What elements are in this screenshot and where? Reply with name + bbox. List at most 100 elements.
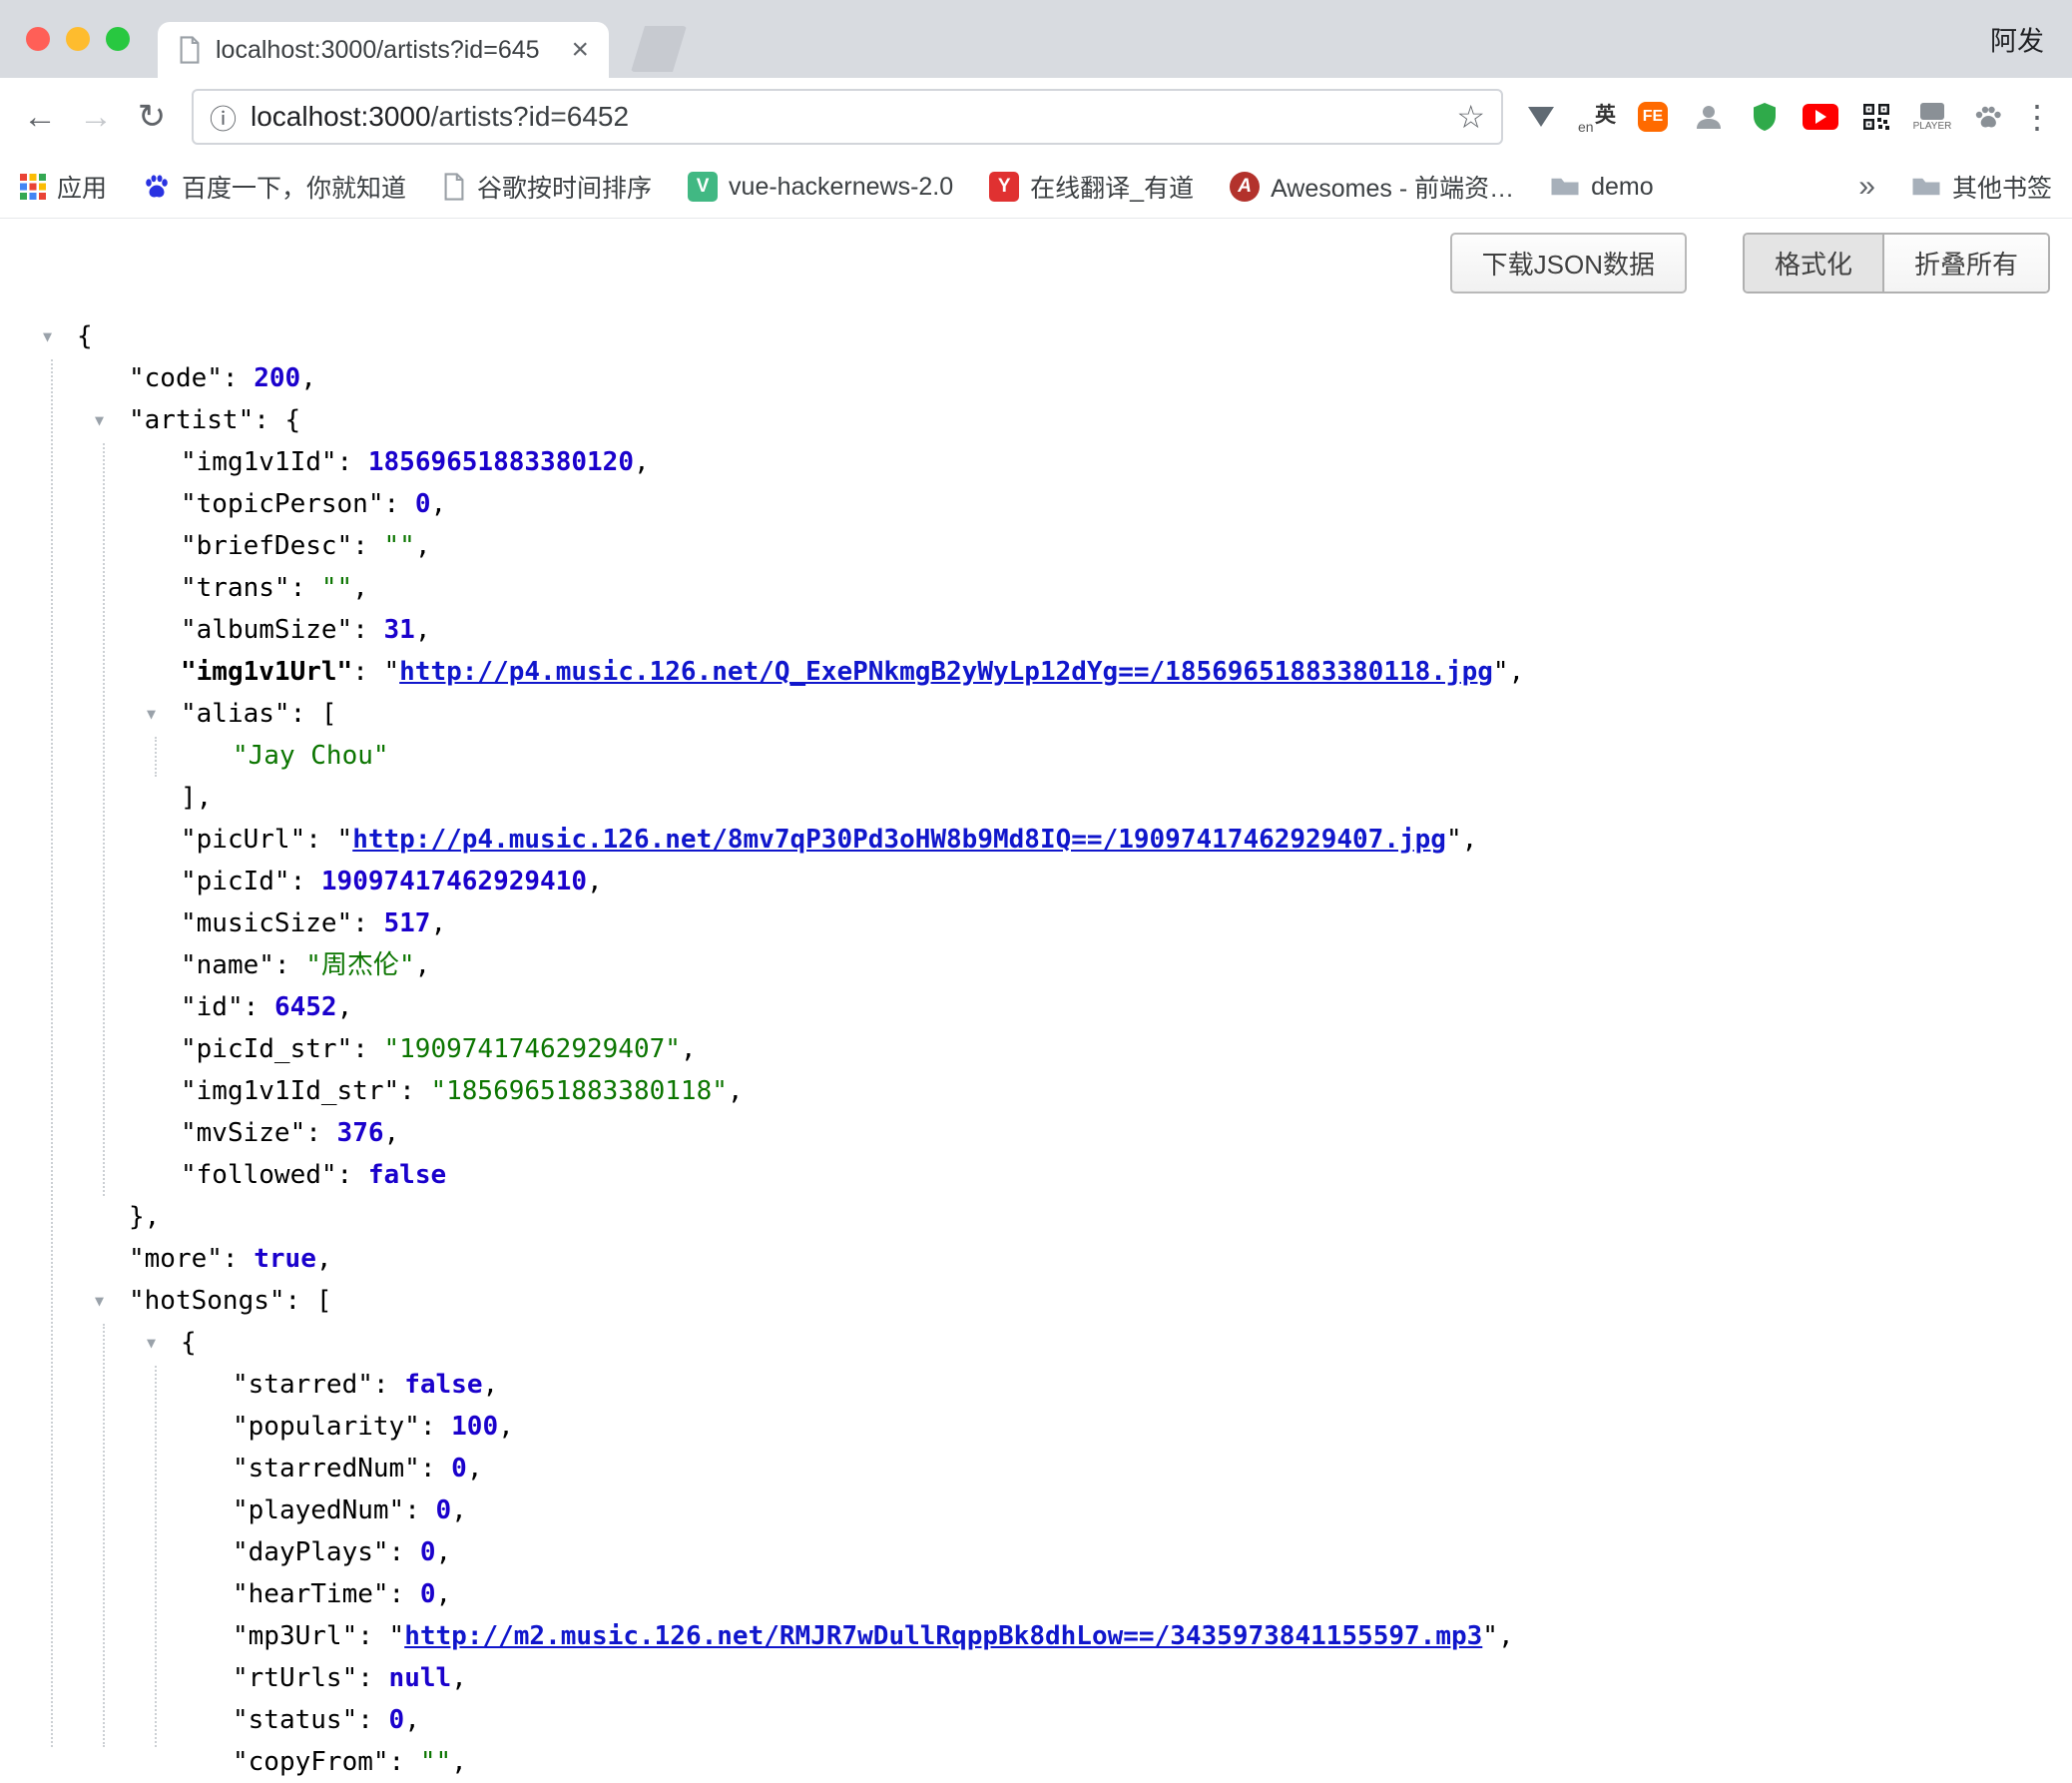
url-path-text: /artists?id=6452 [431,101,629,132]
bookmarks-overflow-button[interactable]: » [1858,170,1875,204]
collapse-arrow-icon[interactable]: ▼ [95,399,104,441]
json-line: "copyFrom": "", [0,1741,2072,1783]
paw-extension-icon[interactable] [1964,93,2012,141]
json-line: "mvSize": 376, [0,1112,2072,1154]
json-line: "name": "周杰伦", [0,944,2072,986]
bookmark-item[interactable]: A Awesomes - 前端资… [1230,169,1514,205]
forward-button[interactable]: → [70,98,122,137]
json-key: "img1v1Id" [181,447,337,477]
address-bar[interactable]: ⓘ localhost:3000/artists?id=6452 ☆ [192,89,1503,145]
json-key: "hotSongs" [129,1286,285,1316]
minimize-window-button[interactable] [66,27,90,51]
qrcode-extension-icon[interactable] [1852,93,1900,141]
json-line: "musicSize": 517, [0,902,2072,944]
bookmark-item[interactable]: Y在线翻译_有道 [989,169,1194,205]
json-link[interactable]: http://m2.music.126.net/RMJR7wDullRqppBk… [404,1621,1482,1651]
player-extension-icon[interactable]: PLAYER [1908,93,1956,141]
json-line: "rtUrls": null, [0,1657,2072,1699]
collapse-all-button[interactable]: 折叠所有 [1882,235,2048,292]
json-key: "playedNum" [233,1495,404,1525]
json-line: "dayPlays": 0, [0,1531,2072,1573]
json-line: "popularity": 100, [0,1406,2072,1448]
bookmark-item[interactable]: 应用 [20,169,107,205]
json-punctuation: { [285,405,301,435]
json-tree: ▼{"code": 200,▼"artist": {"img1v1Id": 18… [0,315,2072,1783]
youdao-translate-extension-icon[interactable]: en英 [1573,93,1621,141]
json-line: "followed": false [0,1154,2072,1196]
zoom-window-button[interactable] [106,27,130,51]
json-key: "briefDesc" [181,531,352,561]
json-key: "id" [181,992,244,1022]
json-value-number: 6452 [274,992,337,1022]
profile-extension-icon[interactable] [1685,93,1733,141]
json-key: "name" [181,950,274,980]
json-line: "trans": "", [0,567,2072,609]
browser-menu-button[interactable]: ⋮ [2016,98,2058,136]
tab-close-button[interactable]: × [571,33,589,67]
bookmark-label: vue-hackernews-2.0 [729,173,953,202]
bookmark-label: 百度一下，你就知道 [182,169,406,205]
json-key: "starredNum" [233,1454,420,1484]
json-value-number: 376 [337,1118,384,1148]
json-key: "artist" [129,405,254,435]
json-value-number: 18569651883380120 [368,447,634,477]
download-json-button[interactable]: 下载JSON数据 [1450,233,1687,294]
youtube-extension-icon[interactable] [1797,93,1844,141]
reload-button[interactable]: ↻ [126,97,178,137]
collapse-arrow-icon[interactable]: ▼ [147,693,156,735]
json-key: "starred" [233,1370,373,1400]
json-link[interactable]: http://p4.music.126.net/Q_ExePNkmgB2yWyL… [399,657,1493,687]
json-punctuation: { [77,321,93,351]
collapse-arrow-icon[interactable]: ▼ [95,1280,104,1322]
json-value-string: "19097417462929407" [384,1034,681,1064]
json-line: "img1v1Id": 18569651883380120, [0,441,2072,483]
json-key: "musicSize" [181,908,352,938]
json-link[interactable]: http://p4.music.126.net/8mv7qP30Pd3oHW8b… [352,825,1446,855]
json-line: ▼"hotSongs": [ [0,1280,2072,1322]
triangle-extension-icon[interactable] [1517,93,1565,141]
bookmark-label: Awesomes - 前端资… [1271,169,1514,205]
json-punctuation: ], [181,783,212,813]
json-key: "more" [129,1244,223,1274]
bookmark-item[interactable]: 百度一下，你就知道 [143,169,406,205]
url-host-text: localhost:3000 [251,101,431,132]
other-bookmarks-folder[interactable]: 其他书签 [1911,169,2052,205]
json-value-string: "18569651883380118" [430,1076,727,1106]
new-tab-button[interactable] [631,26,687,72]
shield-extension-icon[interactable] [1741,93,1789,141]
json-key: "code" [129,363,223,393]
json-line: "starredNum": 0, [0,1448,2072,1489]
collapse-arrow-icon[interactable]: ▼ [147,1322,156,1364]
back-button[interactable]: ← [14,98,66,137]
page-info-icon[interactable]: ⓘ [210,98,237,137]
baidu-icon [143,173,171,201]
youdao-icon: Y [989,172,1019,202]
awesomes-icon: A [1230,172,1260,202]
json-value-number: 517 [384,908,431,938]
json-key: "trans" [181,573,290,603]
tab-strip: localhost:3000/artists?id=645 × 阿发 [0,0,2072,78]
json-key: "rtUrls" [233,1663,357,1693]
bookmark-star-icon[interactable]: ☆ [1456,98,1485,136]
format-button[interactable]: 格式化 [1745,235,1882,292]
json-line: "more": true, [0,1238,2072,1280]
json-value-number: 200 [254,363,300,393]
browser-tab[interactable]: localhost:3000/artists?id=645 × [158,22,609,78]
json-key: "followed" [181,1160,337,1190]
json-key: "img1v1Url" [181,657,352,687]
json-value-number: 19097417462929410 [321,867,587,896]
window-controls [26,27,130,51]
extensions-area: en英FE PLAYER [1517,93,2012,141]
fehelper-extension-icon[interactable]: FE [1629,93,1677,141]
json-line: "starred": false, [0,1364,2072,1406]
view-mode-toggle: 格式化 折叠所有 [1743,233,2050,294]
close-window-button[interactable] [26,27,50,51]
json-value-number: 0 [389,1705,405,1735]
json-punctuation: [ [321,699,337,729]
bookmark-item[interactable]: demo [1550,173,1654,202]
bookmark-item[interactable]: 谷歌按时间排序 [442,169,652,205]
collapse-arrow-icon[interactable]: ▼ [43,315,52,357]
json-line: ▼{ [0,1322,2072,1364]
folder-icon [1550,175,1580,199]
bookmark-item[interactable]: Vvue-hackernews-2.0 [688,172,953,202]
